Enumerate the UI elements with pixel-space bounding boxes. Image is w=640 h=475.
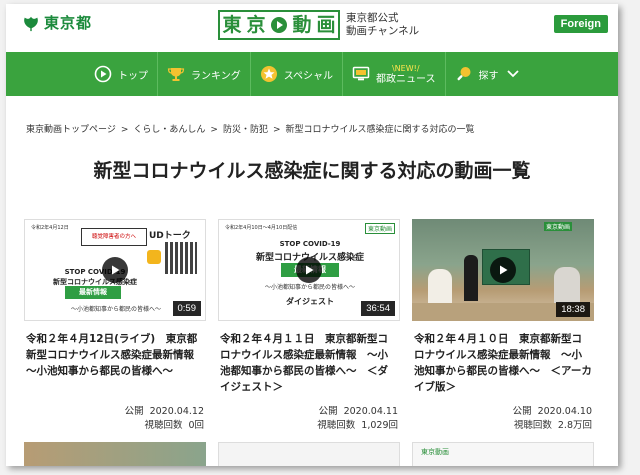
qr-code-icon [165,242,197,274]
published-date: 2020.04.12 [149,406,204,417]
video-thumbnail[interactable]: 東京動画 18:38 [412,219,594,321]
thumb-logo: 東京動画 [364,223,395,234]
person-figure [464,255,478,301]
nav-item-search[interactable]: 探す [444,52,528,96]
foreign-language-button[interactable]: Foreign [553,15,608,33]
video-thumbnail[interactable]: 令和2年4月10日～4月10日配信 東京動画 STOP COVID-19 新型コ… [218,219,400,321]
thumb-sub: ～小池都知事から都民の皆様へ～ [264,284,355,291]
breadcrumb: 東京動画トップページ > くらし・あんしん > 防災・防犯 > 新型コロナウイルス感染症に関… [26,122,475,135]
trophy-icon [167,65,185,83]
brand-char: 東 [222,14,242,36]
nav-label: トップ [118,70,148,82]
published-date: 2020.04.11 [343,406,398,417]
search-icon [455,65,473,83]
nav-label: 探す [478,70,499,82]
brand-sub-line: 東京都公式 [346,12,399,24]
views-label: 視聴回数 [144,420,183,431]
thumb-date: 令和2年4月12日 [31,225,69,231]
published-label: 公開 [124,406,144,417]
thumb-date: 令和2年4月10日～4月10日配信 [225,225,298,231]
play-circle-icon [94,65,112,83]
video-meta: 公開 2020.04.10 視聴回数 2.8万回 [513,405,592,433]
breadcrumb-item[interactable]: 東京動画トップページ [26,125,116,135]
brand-char: 画 [316,14,336,36]
nav-item-special[interactable]: スペシャル [249,52,342,96]
published-date: 2020.04.10 [537,406,592,417]
thumb-line1: STOP COVID-19 [64,268,126,276]
view-count: 2.8万回 [557,420,592,431]
ginkgo-leaf-icon [24,16,38,31]
published-label: 公開 [512,406,532,417]
breadcrumb-current: 新型コロナウイルス感染症に関する対応の一覧 [285,125,475,135]
video-meta: 公開 2020.04.12 視聴回数 0回 [125,405,204,433]
nav-news-label: \NEW!/ 都政ニュース [376,63,436,85]
thumb-notice: 聴覚障害者の方へ [81,228,147,246]
nav-item-top[interactable]: トップ [6,52,157,96]
next-row-thumbnail[interactable]: 東京動画 [412,442,594,466]
metro-logo[interactable]: 東京都 [22,12,92,33]
thumb-line1: STOP COVID-19 [279,240,341,248]
nav-label: 都政ニュース [376,74,436,85]
brand-char: 動 [292,14,312,36]
brand-play-icon [268,12,290,38]
nav-item-ranking[interactable]: ランキング [157,52,250,96]
breadcrumb-separator: > [120,125,129,135]
video-card[interactable]: 令和2年4月10日～4月10日配信 東京動画 STOP COVID-19 新型コ… [218,219,400,431]
next-row-thumbnail[interactable] [24,442,206,466]
page: 東京都 東 京 動 画 東京都公式 動画チャンネル Foreign トップ ラン… [6,4,618,466]
video-card[interactable]: 東京動画 18:38 令和２年４月１０日 東京都新型コロナウイルス感染症最新情報… [412,219,594,431]
video-thumbnail[interactable]: 令和2年4月12日 聴覚障害者の方へ UDトーク STOP COVID-19 新… [24,219,206,321]
brand-sub-line: 動画チャンネル [346,25,420,37]
view-count: 1,029回 [361,420,398,431]
play-icon[interactable] [102,257,128,283]
nav-item-news[interactable]: \NEW!/ 都政ニュース [342,52,445,96]
site-brand-logo[interactable]: 東 京 動 画 東京都公式 動画チャンネル [218,10,419,40]
video-title[interactable]: 令和２年４月12日(ライブ) 東京都新型コロナウイルス感染症最新情報 ～小池知事… [24,331,206,379]
metro-name: 東京都 [44,14,93,32]
star-badge-icon [260,65,278,83]
chat-bubble-icon [147,250,161,264]
video-title[interactable]: 令和２年４月１０日 東京都新型コロナウイルス感染症最新情報 ～小池知事から都民の… [412,331,594,395]
views-label: 視聴回数 [513,420,552,431]
header: 東京都 東 京 動 画 東京都公式 動画チャンネル Foreign [6,4,618,52]
video-card[interactable]: 令和2年4月12日 聴覚障害者の方へ UDトーク STOP COVID-19 新… [24,219,206,431]
brand-subtitle: 東京都公式 動画チャンネル [346,12,419,38]
video-meta: 公開 2020.04.11 視聴回数 1,029回 [317,405,398,433]
page-title: 新型コロナウイルス感染症に関する対応の動画一覧 [93,160,531,182]
nav-label: スペシャル [283,70,334,82]
next-row-thumbnail[interactable] [218,442,400,466]
brand-char: 京 [246,14,266,36]
view-count: 0回 [188,420,204,431]
video-duration: 0:59 [172,301,201,316]
breadcrumb-separator: > [210,125,218,135]
thumb-logo: 東京動画 [421,448,449,456]
thumb-udtalk: UDトーク [149,231,191,241]
breadcrumb-separator: > [272,125,281,135]
published-label: 公開 [318,406,338,417]
play-icon[interactable] [490,257,516,283]
chevron-down-icon [506,70,519,78]
nav-label: ランキング [191,70,241,82]
views-label: 視聴回数 [317,420,356,431]
breadcrumb-item[interactable]: くらし・あんしん [133,125,205,135]
new-badge: \NEW!/ [391,64,420,73]
thumb-logo: 東京動画 [544,222,573,231]
play-icon[interactable] [296,257,322,283]
monitor-icon [352,66,370,82]
main-nav: トップ ランキング スペシャル \NEW!/ 都政ニュース 探す [6,52,618,96]
breadcrumb-item[interactable]: 防災・防犯 [223,125,268,135]
video-duration: 18:38 [556,302,590,317]
thumb-badge: 最新情報 [65,286,121,299]
video-title[interactable]: 令和２年４月１１日 東京都新型コロナウイルス感染症最新情報 ～小池都知事から都民… [218,331,400,395]
brand-box: 東 京 動 画 [218,10,340,40]
video-duration: 36:54 [361,301,395,316]
